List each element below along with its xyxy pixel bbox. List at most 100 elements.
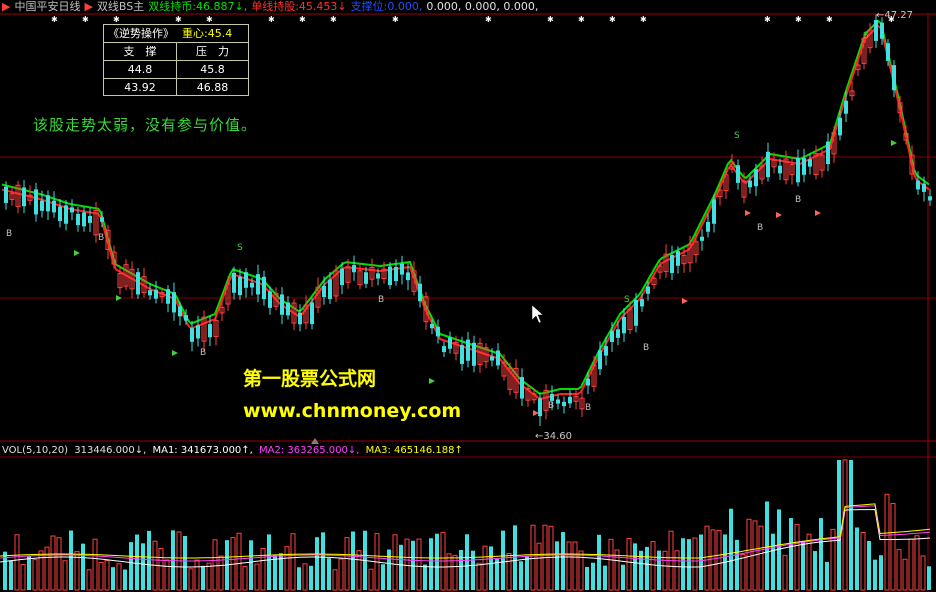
watermark-title: 第一股票公式网 [243,368,377,390]
signal-flag-icon [745,210,751,216]
top-marker: ✱ [268,15,275,24]
volume-value: 313446.000↓, [74,445,147,456]
table-header-row: 支 撑 压 力 [104,42,248,60]
volume-bar [476,562,482,591]
volume-bar [489,546,493,590]
volume-bar [519,561,523,590]
candle-body [610,331,614,342]
top-marker: ✱ [51,15,58,24]
volume-bar [212,539,218,591]
stock-chart-window[interactable]: S S S B B B B B B B B B S ✱ ✱ ✱ ✱ ✱ ✱ ✱ ✱ ✱ ✱ ✱ ✱ ✱ ✱ ✱ ✱ ✱ ✱ ▶ 中国平安日线… [0,0,936,592]
candle-body [22,187,26,207]
volume-bar [536,542,542,591]
top-marker: ✱ [609,15,616,24]
center-value: 重心:45.4 [182,27,233,40]
candle-body [340,268,344,286]
volume-bar [806,533,812,591]
candle-body [34,189,38,215]
support-label: 支撑位: [350,0,388,13]
candle-body [928,196,932,201]
volume-bar [597,534,601,590]
candle-body [616,329,620,338]
candle-body [622,316,626,334]
candle-body [280,294,284,315]
candle-body [676,251,680,266]
indicator-name[interactable]: 双线BS主 [97,0,144,14]
mouse-cursor-icon [531,304,544,324]
volume-bar [158,548,164,591]
volume-bar [716,529,722,591]
volume-bar [429,538,433,590]
analysis-comment: 该股走势太弱，没有参与价值。 [33,116,258,134]
candle-body [826,141,830,165]
top-marker: ✱ [764,15,771,24]
volume-bar [218,555,224,591]
volume-bar [290,533,296,591]
top-marker: ✱ [113,15,120,24]
signal-label: B [98,233,104,243]
candle-body [460,345,464,364]
volume-bar [20,563,26,591]
candle-body [76,213,80,226]
volume-name[interactable]: VOL(5,10,20) [2,445,68,456]
volume-bar [782,554,788,591]
candle-body [838,117,842,136]
candle-body [418,283,422,302]
volume-bar [123,569,127,590]
volume-bar [201,565,205,590]
signal-label: B [757,223,763,233]
volume-bar [86,569,92,591]
volume-bar [561,532,565,590]
watermark-url: www.chnmoney.com [243,400,462,422]
candle-body [700,236,704,241]
candle-body [64,205,68,224]
candle-body [670,255,674,273]
candle-body [238,276,242,296]
candle-body [550,393,554,401]
high-price-mark: ←47.27 [876,10,914,21]
volume-bar [572,541,578,591]
volume-bar [525,556,529,590]
top-marker: ✱ [826,15,833,24]
volume-bar [9,560,13,590]
support-cell: 44.8 [104,61,177,78]
volume-bar [740,553,746,591]
volume-bar [687,539,691,590]
candle-body [706,221,710,232]
candle-body [268,291,272,308]
volume-bar [194,559,200,591]
stock-title[interactable]: 中国平安日线 [14,0,80,14]
candle-body [100,217,104,222]
signal-flag-icon [815,210,821,216]
candle-body [556,399,560,404]
signal-label: B [200,348,206,358]
volume-bar [399,544,403,590]
candle-body [232,272,236,293]
volume-bar [302,563,308,591]
volume-bar [164,559,170,591]
candle-body [184,315,188,321]
signal-flag-icon [682,298,688,304]
candle-body [466,339,470,361]
volume-bar [327,558,331,590]
candle-body [754,169,758,187]
volume-bar [38,550,44,591]
volume-bar [608,538,614,591]
signal-label: S [624,295,630,305]
volume-bar [254,563,260,591]
volume-bar [621,564,625,590]
table-row: 44.8 45.8 [104,60,248,78]
volume-bar [645,546,649,590]
volume-bar [674,550,680,591]
volume-bar [548,525,554,591]
candle-body [634,299,638,326]
candle-body [520,377,524,399]
support-value: 0.000, [387,0,423,13]
candle-body [736,165,740,183]
volume-bar [368,568,374,591]
col-pressure-header: 压 力 [196,45,229,58]
volume-bar [321,532,325,590]
candle-body [178,306,182,317]
candle-body [766,151,770,178]
candle-body [892,65,896,91]
